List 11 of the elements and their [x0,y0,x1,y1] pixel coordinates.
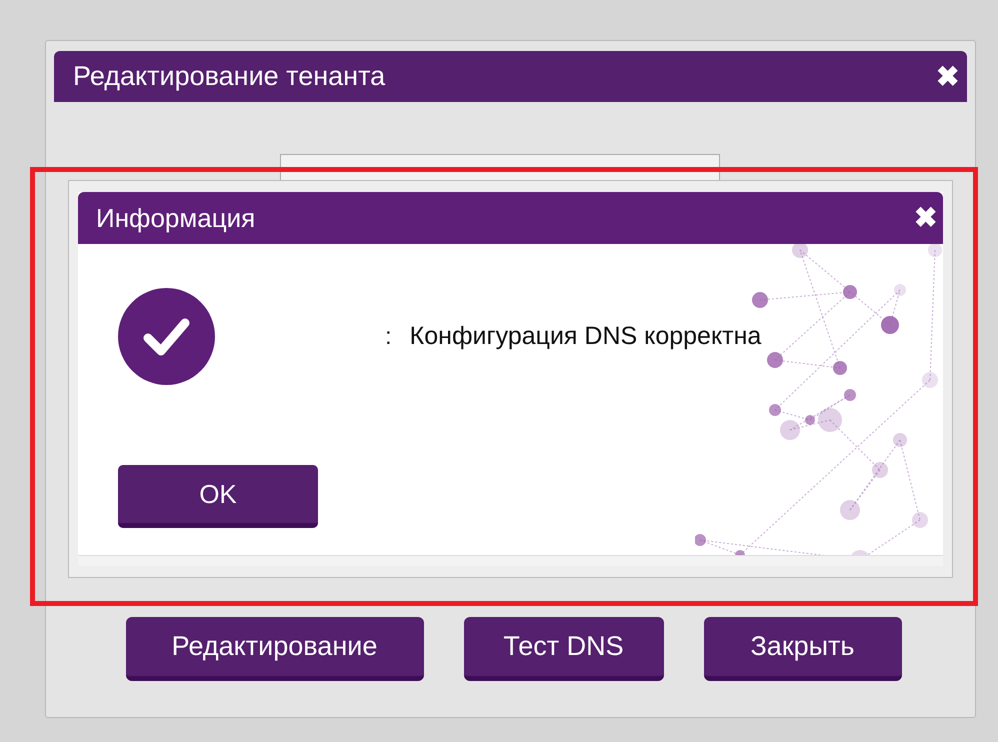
ok-button[interactable]: OK [118,465,318,528]
dialog-title: Информация [96,202,256,234]
close-button[interactable]: ✖ [936,62,959,90]
message-text: Конфигурация DNS корректна [410,322,762,351]
close-button[interactable]: ✖ [914,204,937,232]
separator-text: : [385,322,392,350]
window-title: Редактирование тенанта [73,61,386,92]
dialog-button[interactable]: Тест DNS [464,617,664,681]
dialog-button[interactable]: Редактирование [126,617,424,681]
checkmark-icon [118,288,215,385]
dialog-button[interactable]: Закрыть [704,617,902,681]
